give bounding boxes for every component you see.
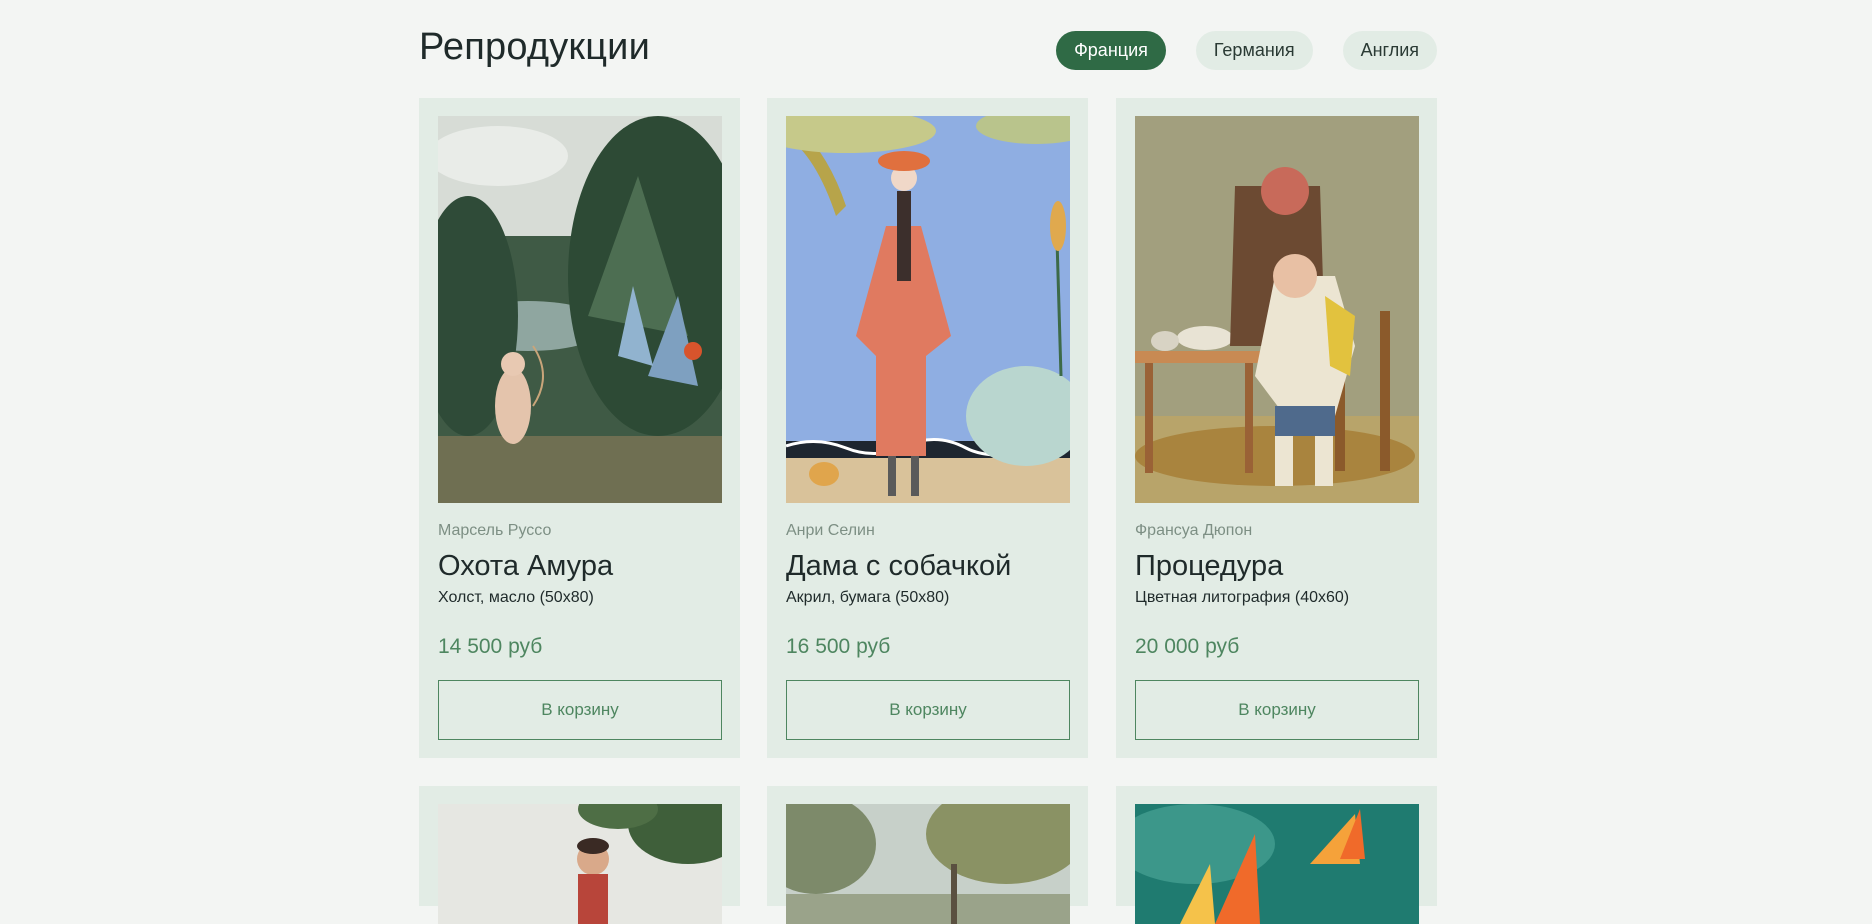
product-card: Франсуа Дюпон Процедура Цветная литограф… xyxy=(1116,98,1437,758)
page-title: Репродукции xyxy=(419,26,651,68)
product-medium: Холст, масло (50x80) xyxy=(438,589,594,606)
filter-germany[interactable]: Германия xyxy=(1195,31,1313,70)
country-filter-tabs: Франция Германия Англия xyxy=(1056,31,1437,70)
add-to-cart-button[interactable]: В корзину xyxy=(438,680,722,740)
product-author: Марсель Руссо xyxy=(438,522,552,539)
product-author: Анри Селин xyxy=(786,522,875,539)
product-card xyxy=(767,786,1088,924)
filter-england[interactable]: Англия xyxy=(1342,31,1437,70)
product-title: Охота Амура xyxy=(438,550,614,582)
product-price: 16 500 руб xyxy=(786,635,891,658)
artwork-image[interactable] xyxy=(1135,116,1419,503)
filter-france[interactable]: Франция xyxy=(1056,31,1166,70)
product-card: Анри Селин Дама с собачкой Акрил, бумага… xyxy=(767,98,1088,758)
product-title: Дама с собачкой xyxy=(786,550,1012,582)
product-medium: Цветная литография (40x60) xyxy=(1135,589,1350,606)
product-medium: Акрил, бумага (50x80) xyxy=(786,589,950,606)
product-author: Франсуа Дюпон xyxy=(1135,522,1253,539)
artwork-image[interactable] xyxy=(438,804,722,924)
product-price: 20 000 руб xyxy=(1135,635,1240,658)
artwork-image[interactable] xyxy=(786,804,1070,924)
product-price: 14 500 руб xyxy=(438,635,543,658)
artwork-image[interactable] xyxy=(1135,804,1419,924)
product-card xyxy=(1116,786,1437,924)
add-to-cart-button[interactable]: В корзину xyxy=(1135,680,1419,740)
product-card: Марсель Руссо Охота Амура Холст, масло (… xyxy=(419,98,740,758)
add-to-cart-button[interactable]: В корзину xyxy=(786,680,1070,740)
artwork-image[interactable] xyxy=(786,116,1070,503)
product-title: Процедура xyxy=(1135,550,1284,582)
catalog-header: Репродукции Франция Германия Англия xyxy=(419,0,1437,98)
product-card xyxy=(419,786,740,924)
artwork-image[interactable] xyxy=(438,116,722,503)
catalog-page: Репродукции Франция Германия Англия Марс… xyxy=(419,0,1437,924)
